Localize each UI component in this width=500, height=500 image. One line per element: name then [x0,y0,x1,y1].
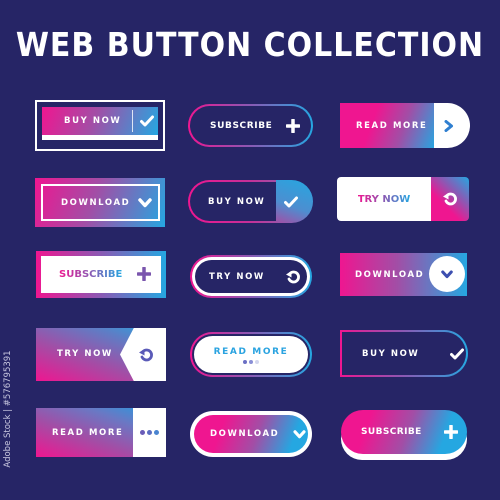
subscribe-button-2[interactable]: SUBSCRIBE [36,251,166,298]
try-now-button-2[interactable]: TRY NOW [190,255,312,298]
buy-now-button-1[interactable]: BUY NOW [35,100,165,151]
button-label: BUY NOW [208,196,266,207]
button-label: TRY NOW [357,193,411,205]
button-label: DOWNLOAD [355,269,425,280]
button-label: SUBSCRIBE [210,120,273,131]
download-button-2[interactable]: DOWNLOAD [340,253,467,296]
button-label: TRY NOW [209,271,265,282]
check-icon [447,344,466,364]
subscribe-button-1[interactable]: SUBSCRIBE [188,104,313,147]
read-more-button-1[interactable]: READ MORE [340,103,470,148]
buy-now-button-2[interactable]: BUY NOW [188,180,313,223]
chevron-down-icon [291,425,308,443]
refresh-icon [283,267,303,287]
check-icon [281,192,301,212]
dots-icon [243,360,259,364]
plus-icon [284,117,302,135]
button-label: TRY NOW [57,349,113,359]
check-icon [137,111,157,131]
underline-bar [42,135,158,140]
read-more-button-2[interactable]: READ MORE [190,332,312,377]
refresh-icon [136,345,156,365]
button-cap [276,180,313,223]
button-label: READ MORE [213,347,289,357]
stock-id-watermark: Adobe Stock | #576795391 [3,350,13,468]
button-label: READ MORE [52,427,124,438]
plus-icon [442,423,460,441]
more-dots-icon [133,408,166,457]
button-label: SUBSCRIBE [59,269,123,280]
button-label: DOWNLOAD [210,429,280,439]
button-cap [431,177,469,221]
try-now-button-3[interactable]: TRY NOW [36,328,166,381]
icon-circle [429,256,465,292]
button-label: BUY NOW [64,116,122,126]
button-label: BUY NOW [362,348,420,359]
chevron-down-icon [429,256,465,292]
plus-icon [135,265,153,283]
buy-now-button-3[interactable]: BUY NOW [340,330,468,377]
button-label: SUBSCRIBE [361,427,422,437]
page-title: WEB BUTTON COLLECTION [15,26,485,65]
chevron-down-icon [136,194,154,212]
refresh-icon [440,189,460,209]
button-label: READ MORE [356,120,428,131]
read-more-button-3[interactable]: READ MORE [36,408,166,457]
download-button-1[interactable]: DOWNLOAD [35,178,165,227]
download-button-3[interactable]: DOWNLOAD [190,411,312,457]
divider [132,110,133,132]
button-label: DOWNLOAD [61,197,131,208]
button-body: BUY NOW [42,107,158,135]
subscribe-button-3[interactable]: SUBSCRIBE [341,410,467,460]
try-now-button-1[interactable]: TRY NOW [337,177,469,221]
button-cap [434,103,470,148]
chevron-right-icon [439,116,459,136]
inner-frame: DOWNLOAD [41,184,160,221]
